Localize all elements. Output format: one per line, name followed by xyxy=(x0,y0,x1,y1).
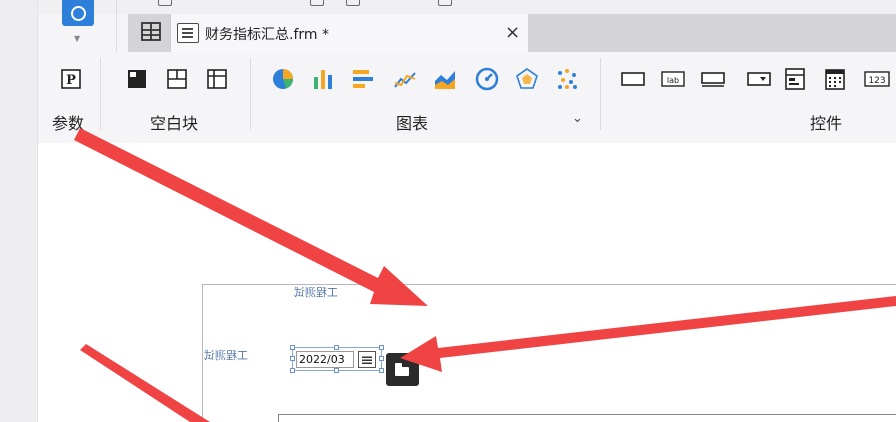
label-icon: lab xyxy=(661,71,685,87)
resize-handle[interactable] xyxy=(379,345,384,350)
bar-chart-button[interactable] xyxy=(310,66,336,92)
inner-widget-frame[interactable] xyxy=(278,414,896,422)
search-document-icon xyxy=(62,0,94,26)
line-chart-button[interactable] xyxy=(392,66,418,92)
scatter-chart-icon xyxy=(558,69,577,89)
widget-label-top: 工程测试 xyxy=(294,286,338,299)
button-control-button[interactable] xyxy=(700,66,726,92)
split-block-icon xyxy=(167,69,187,89)
group-label-chart: 图表 xyxy=(396,114,429,133)
grid-block-icon xyxy=(207,69,227,89)
dropdown-control-button[interactable] xyxy=(746,66,772,92)
divider xyxy=(116,0,117,52)
resize-handle[interactable] xyxy=(290,368,295,373)
horizontal-bar-button[interactable] xyxy=(350,66,376,92)
parameter-icon: P xyxy=(61,69,81,89)
toolbar-stub-icon[interactable] xyxy=(346,0,360,6)
group-label-parameter: 参数 xyxy=(52,114,85,133)
close-icon[interactable]: × xyxy=(505,22,520,43)
line-chart-icon xyxy=(394,72,416,88)
chevron-down-icon[interactable]: ▼ xyxy=(74,34,80,43)
number-control-button[interactable]: 123 xyxy=(862,66,892,92)
number-icon: 123 xyxy=(864,71,890,87)
search-doc-tool[interactable]: ▼ xyxy=(62,0,94,52)
widget-label-left: 工程测试 xyxy=(204,349,248,362)
resize-handle[interactable] xyxy=(334,345,339,350)
resize-handle[interactable] xyxy=(290,356,295,361)
chevron-down-icon[interactable]: ⌄ xyxy=(572,111,583,126)
resize-handle[interactable] xyxy=(379,356,384,361)
dropdown-icon xyxy=(747,72,771,86)
area-chart-button[interactable] xyxy=(432,66,458,92)
gauge-chart-button[interactable] xyxy=(474,66,500,92)
toolbar-stub-icon[interactable] xyxy=(310,0,324,6)
absolute-block-icon xyxy=(128,70,146,88)
list-box-icon xyxy=(785,68,805,90)
form-file-icon xyxy=(177,23,199,43)
toolbar-stub-icon[interactable] xyxy=(438,0,452,6)
ribbon-top-row xyxy=(38,0,896,14)
pie-chart-icon xyxy=(273,69,293,89)
resize-handle[interactable] xyxy=(290,345,295,350)
pie-chart-button[interactable] xyxy=(270,66,296,92)
scatter-chart-button[interactable] xyxy=(554,66,580,92)
svg-text:P: P xyxy=(66,73,76,88)
svg-text:lab: lab xyxy=(667,76,679,85)
divider xyxy=(100,58,101,130)
horizontal-bar-icon xyxy=(353,70,373,88)
calendar-icon xyxy=(825,69,845,90)
gauge-chart-icon xyxy=(475,67,499,91)
svg-text:123: 123 xyxy=(868,76,885,86)
sheet-grid-icon[interactable] xyxy=(140,21,164,43)
calendar-icon[interactable] xyxy=(358,351,376,368)
divider xyxy=(250,58,251,130)
bar-chart-icon xyxy=(314,70,332,89)
widget-settings-button[interactable] xyxy=(386,353,419,386)
list-control-button[interactable] xyxy=(782,66,808,92)
tab-title: 财务指标汇总.frm * xyxy=(205,27,329,43)
layout-block-button[interactable] xyxy=(204,66,230,92)
button-icon xyxy=(701,72,725,87)
group-label-blank-block: 空白块 xyxy=(150,114,199,133)
radar-chart-icon xyxy=(516,68,538,89)
tab-block-button[interactable] xyxy=(164,66,190,92)
text-box-control-button[interactable] xyxy=(620,66,646,92)
resize-handle[interactable] xyxy=(334,368,339,373)
absolute-block-button[interactable] xyxy=(124,66,150,92)
resize-handle[interactable] xyxy=(379,368,384,373)
area-chart-icon xyxy=(435,71,455,89)
toolbar-stub-icon[interactable] xyxy=(158,0,172,6)
radar-chart-button[interactable] xyxy=(514,66,540,92)
text-box-icon xyxy=(621,72,645,86)
date-input[interactable]: 2022/03 xyxy=(296,351,354,368)
date-control-button[interactable] xyxy=(822,66,848,92)
parameter-button[interactable]: P xyxy=(58,66,84,92)
tab-report-file[interactable]: 财务指标汇总.frm * × xyxy=(170,14,528,52)
label-control-button[interactable]: lab xyxy=(660,66,686,92)
left-panel-strip xyxy=(0,0,38,422)
divider xyxy=(600,58,601,130)
group-label-control: 控件 xyxy=(810,114,843,133)
